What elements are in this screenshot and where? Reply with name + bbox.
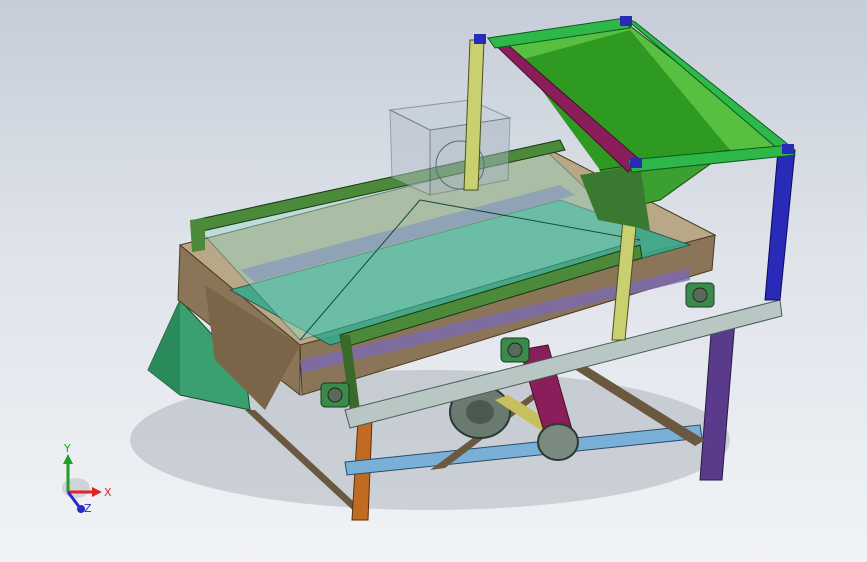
- cad-viewport[interactable]: Y X Z: [0, 0, 867, 562]
- motor-housing-icon: [388, 99, 512, 196]
- vibrating-screen-model[interactable]: [0, 0, 867, 562]
- y-axis-label: Y: [63, 442, 71, 455]
- front-brace-icon: [190, 218, 205, 252]
- z-axis-label: Z: [84, 502, 92, 515]
- axis-triad: Y X Z: [62, 442, 112, 515]
- x-axis-label: X: [104, 486, 112, 499]
